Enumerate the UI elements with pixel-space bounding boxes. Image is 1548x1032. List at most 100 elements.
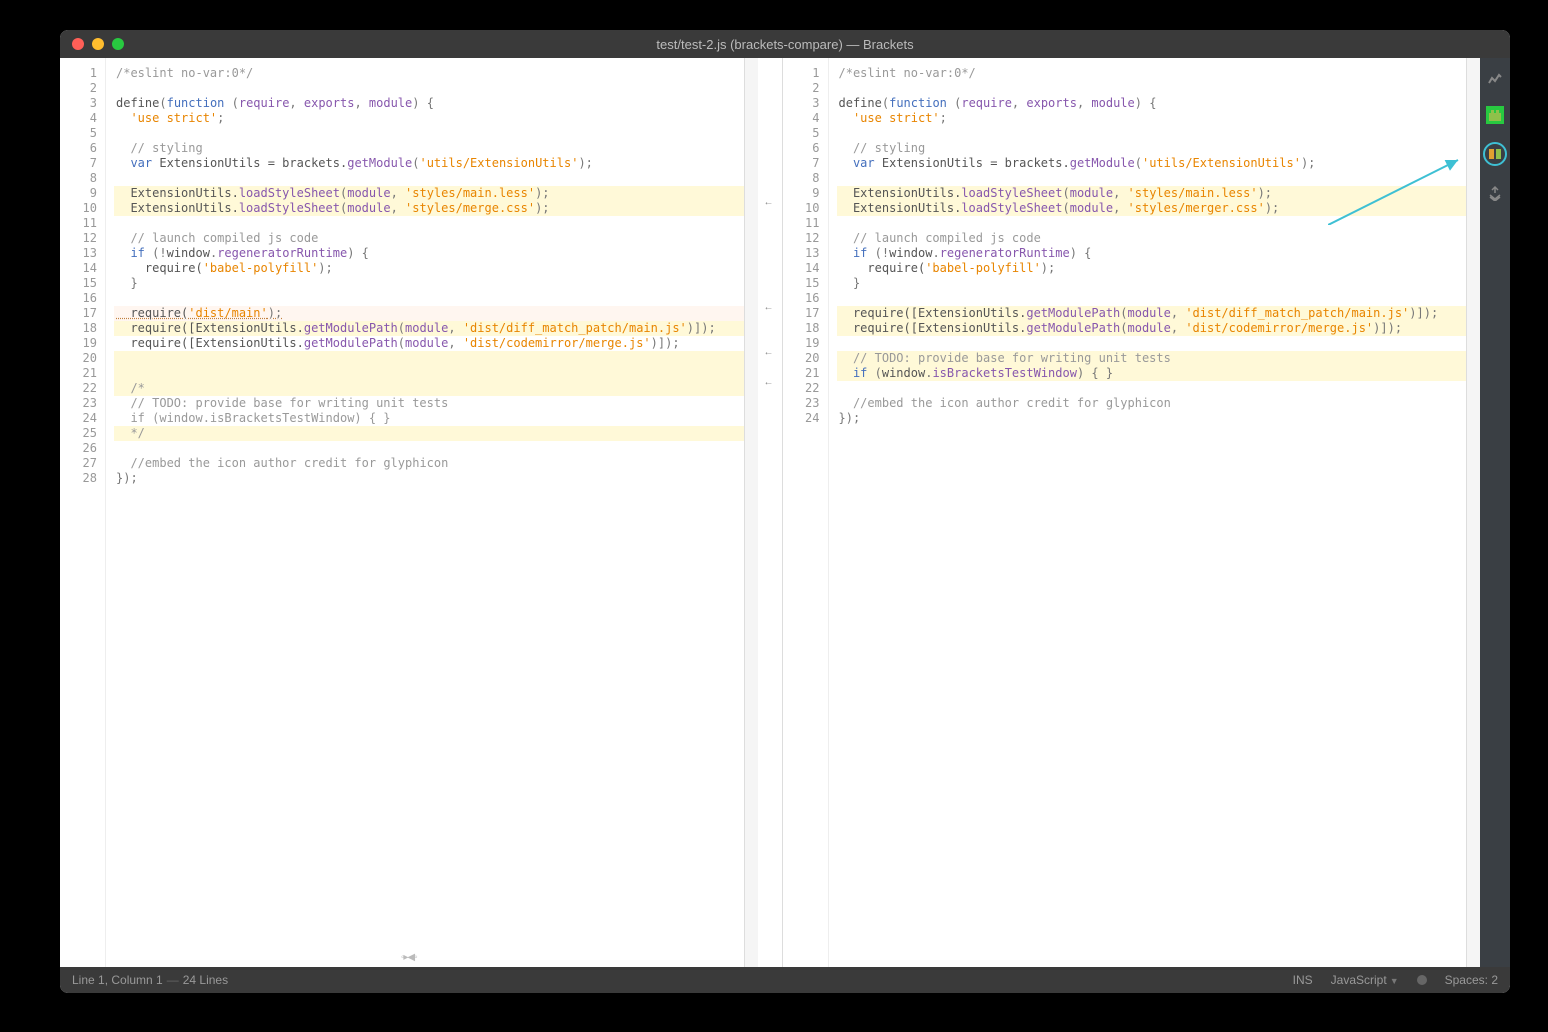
line-number: 16 xyxy=(783,291,820,306)
merge-markers: ← ← ← ← xyxy=(758,58,782,967)
code-line[interactable]: ExtensionUtils.loadStyleSheet(module, 's… xyxy=(114,201,744,216)
line-number: 19 xyxy=(783,336,820,351)
indent-setting[interactable]: Spaces: 2 xyxy=(1445,973,1498,987)
line-number: 26 xyxy=(60,441,97,456)
diff-panes: 1234567891011121314151617181920212223242… xyxy=(60,58,1480,967)
traffic-lights xyxy=(60,38,124,50)
status-indicator-icon[interactable] xyxy=(1417,975,1427,985)
line-number: 23 xyxy=(783,396,820,411)
right-code[interactable]: /*eslint no-var:0*/ define(function (requ… xyxy=(829,58,1467,967)
code-line[interactable]: // launch compiled js code xyxy=(114,231,744,246)
line-number: 6 xyxy=(783,141,820,156)
line-number: 24 xyxy=(783,411,820,426)
merge-arrow-icon[interactable]: ← xyxy=(764,377,774,388)
line-number: 20 xyxy=(60,351,97,366)
code-line[interactable] xyxy=(837,216,1467,231)
code-line[interactable] xyxy=(114,441,744,456)
minimize-window-button[interactable] xyxy=(92,38,104,50)
code-line[interactable] xyxy=(837,171,1467,186)
line-number: 28 xyxy=(60,471,97,486)
left-editor-pane[interactable]: 1234567891011121314151617181920212223242… xyxy=(60,58,758,967)
right-gutter: 123456789101112131415161718192021222324 xyxy=(783,58,829,967)
code-line[interactable]: define(function (require, exports, modul… xyxy=(837,96,1467,111)
close-window-button[interactable] xyxy=(72,38,84,50)
code-line[interactable]: }); xyxy=(114,471,744,486)
code-line[interactable]: // launch compiled js code xyxy=(837,231,1467,246)
code-line[interactable]: if (!window.regeneratorRuntime) { xyxy=(837,246,1467,261)
code-line[interactable]: require([ExtensionUtils.getModulePath(mo… xyxy=(837,321,1467,336)
merge-arrow-icon[interactable]: ← xyxy=(764,302,774,313)
line-number: 5 xyxy=(60,126,97,141)
extension-manager-icon[interactable] xyxy=(1486,106,1504,124)
compare-icon[interactable] xyxy=(1483,142,1507,166)
code-line[interactable]: 'use strict'; xyxy=(114,111,744,126)
code-line[interactable] xyxy=(114,81,744,96)
line-number: 13 xyxy=(783,246,820,261)
code-line[interactable]: // TODO: provide base for writing unit t… xyxy=(114,396,744,411)
code-line[interactable]: if (window.isBracketsTestWindow) { } xyxy=(114,411,744,426)
language-mode[interactable]: JavaScript▼ xyxy=(1331,973,1399,987)
pane-resize-handle-icon[interactable]: ◦▸◀◦ xyxy=(401,952,417,963)
right-scrollbar[interactable] xyxy=(1466,58,1480,967)
status-separator: — xyxy=(167,973,179,987)
right-editor-pane[interactable]: 123456789101112131415161718192021222324 … xyxy=(783,58,1481,967)
code-line[interactable] xyxy=(837,291,1467,306)
code-line[interactable]: define(function (require, exports, modul… xyxy=(114,96,744,111)
code-line[interactable]: ExtensionUtils.loadStyleSheet(module, 's… xyxy=(114,186,744,201)
line-number: 8 xyxy=(60,171,97,186)
chevron-down-icon: ▼ xyxy=(1390,976,1399,986)
code-line[interactable]: } xyxy=(837,276,1467,291)
code-line[interactable]: require([ExtensionUtils.getModulePath(mo… xyxy=(837,306,1467,321)
code-line[interactable]: require([ExtensionUtils.getModulePath(mo… xyxy=(114,321,744,336)
code-line[interactable]: /* xyxy=(114,381,744,396)
code-line[interactable]: //embed the icon author credit for glyph… xyxy=(837,396,1467,411)
live-preview-icon[interactable] xyxy=(1486,70,1504,88)
code-line[interactable]: /*eslint no-var:0*/ xyxy=(114,66,744,81)
code-line[interactable]: }); xyxy=(837,411,1467,426)
code-line[interactable] xyxy=(114,351,744,366)
code-line[interactable] xyxy=(114,366,744,381)
code-line[interactable]: // TODO: provide base for writing unit t… xyxy=(837,351,1467,366)
code-line[interactable]: require('babel-polyfill'); xyxy=(114,261,744,276)
line-number: 12 xyxy=(783,231,820,246)
cursor-position[interactable]: Line 1, Column 1 xyxy=(72,973,163,987)
code-line[interactable]: require('dist/main'); xyxy=(114,306,744,321)
left-scrollbar[interactable] xyxy=(744,58,758,967)
code-line[interactable] xyxy=(114,126,744,141)
code-line[interactable]: require('babel-polyfill'); xyxy=(837,261,1467,276)
insert-mode[interactable]: INS xyxy=(1293,973,1313,987)
line-number: 4 xyxy=(783,111,820,126)
line-number: 23 xyxy=(60,396,97,411)
code-line[interactable]: var ExtensionUtils = brackets.getModule(… xyxy=(114,156,744,171)
line-number: 16 xyxy=(60,291,97,306)
code-line[interactable]: } xyxy=(114,276,744,291)
code-line[interactable]: ExtensionUtils.loadStyleSheet(module, 's… xyxy=(837,186,1467,201)
code-line[interactable]: if (window.isBracketsTestWindow) { } xyxy=(837,366,1467,381)
left-code[interactable]: /*eslint no-var:0*/ define(function (requ… xyxy=(106,58,744,967)
merge-arrow-icon[interactable]: ← xyxy=(764,197,774,208)
code-line[interactable]: require([ExtensionUtils.getModulePath(mo… xyxy=(114,336,744,351)
line-count: 24 Lines xyxy=(183,973,228,987)
code-line[interactable] xyxy=(837,81,1467,96)
right-sidebar xyxy=(1480,58,1510,967)
code-line[interactable] xyxy=(114,291,744,306)
code-line[interactable]: var ExtensionUtils = brackets.getModule(… xyxy=(837,156,1467,171)
code-line[interactable]: // styling xyxy=(114,141,744,156)
code-line[interactable] xyxy=(837,381,1467,396)
code-line[interactable] xyxy=(837,126,1467,141)
line-number: 17 xyxy=(783,306,820,321)
merge-arrow-icon[interactable]: ← xyxy=(764,347,774,358)
code-line[interactable]: 'use strict'; xyxy=(837,111,1467,126)
code-line[interactable]: /*eslint no-var:0*/ xyxy=(837,66,1467,81)
code-line[interactable] xyxy=(114,171,744,186)
code-line[interactable] xyxy=(837,336,1467,351)
code-line[interactable]: */ xyxy=(114,426,744,441)
code-line[interactable]: //embed the icon author credit for glyph… xyxy=(114,456,744,471)
zoom-window-button[interactable] xyxy=(112,38,124,50)
code-line[interactable]: if (!window.regeneratorRuntime) { xyxy=(114,246,744,261)
code-line[interactable]: ExtensionUtils.loadStyleSheet(module, 's… xyxy=(837,201,1467,216)
code-line[interactable] xyxy=(114,216,744,231)
body-area: 1234567891011121314151617181920212223242… xyxy=(60,58,1510,967)
extract-icon[interactable] xyxy=(1486,184,1504,202)
code-line[interactable]: // styling xyxy=(837,141,1467,156)
